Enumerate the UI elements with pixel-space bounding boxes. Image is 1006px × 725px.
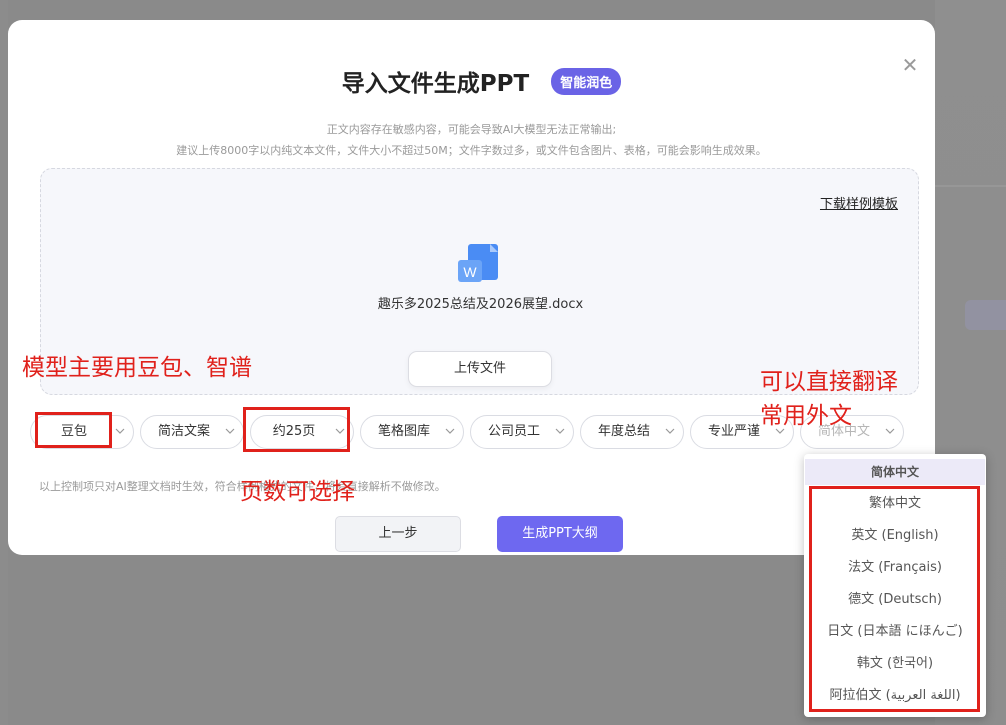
backdrop-shape bbox=[965, 300, 1006, 330]
svg-text:W: W bbox=[463, 264, 477, 280]
notice-line-1: 正文内容存在敏感内容，可能会导致AI大模型无法正常输出; bbox=[326, 123, 617, 136]
backdrop-left bbox=[0, 0, 8, 725]
chevron-down-icon bbox=[115, 428, 125, 434]
smart-polish-badge[interactable]: 智能润色 bbox=[551, 67, 622, 95]
notice-line-2: 建议上传8000字以内纯文本文件，文件大小不超过50M；文件字数过多，或文件包含… bbox=[176, 144, 767, 157]
chevron-down-icon bbox=[665, 428, 675, 434]
previous-step-button[interactable]: 上一步 bbox=[335, 516, 461, 552]
style-select[interactable]: 简洁文案 bbox=[140, 415, 244, 449]
generate-outline-button[interactable]: 生成PPT大纲 bbox=[497, 516, 623, 552]
download-template-link[interactable]: 下载样例模板 bbox=[820, 193, 898, 212]
annotation-box-model bbox=[35, 412, 112, 448]
annotation-box-pages bbox=[243, 407, 350, 452]
annotation-translate-text-2: 常用外文 bbox=[760, 403, 852, 429]
annotation-translate-text-1: 可以直接翻译 bbox=[760, 369, 898, 395]
chevron-down-icon bbox=[445, 428, 455, 434]
annotation-model-text: 模型主要用豆包、智谱 bbox=[22, 355, 252, 381]
dialog-header: 导入文件生成PPT 智能润色 bbox=[8, 64, 935, 98]
audience-select[interactable]: 公司员工 bbox=[470, 415, 574, 449]
backdrop-line bbox=[935, 185, 1006, 187]
annotation-box-languages bbox=[809, 486, 980, 712]
chevron-down-icon bbox=[555, 428, 565, 434]
word-document-icon: W bbox=[458, 244, 498, 282]
scenario-select[interactable]: 年度总结 bbox=[580, 415, 684, 449]
upload-file-button[interactable]: 上传文件 bbox=[408, 351, 552, 387]
annotation-pages-text: 页数可选择 bbox=[240, 479, 355, 505]
chevron-down-icon bbox=[225, 428, 235, 434]
dropdown-selected-option[interactable]: 简体中文 bbox=[805, 459, 985, 485]
uploaded-file-name: 趣乐多2025总结及2026展望.docx bbox=[377, 297, 584, 312]
chevron-down-icon bbox=[885, 428, 895, 434]
dialog-title: 导入文件生成PPT bbox=[341, 71, 530, 97]
import-file-dialog: ✕ 导入文件生成PPT 智能润色 正文内容存在敏感内容，可能会导致AI大模型无法… bbox=[8, 20, 935, 555]
image-library-select[interactable]: 笔格图库 bbox=[360, 415, 464, 449]
